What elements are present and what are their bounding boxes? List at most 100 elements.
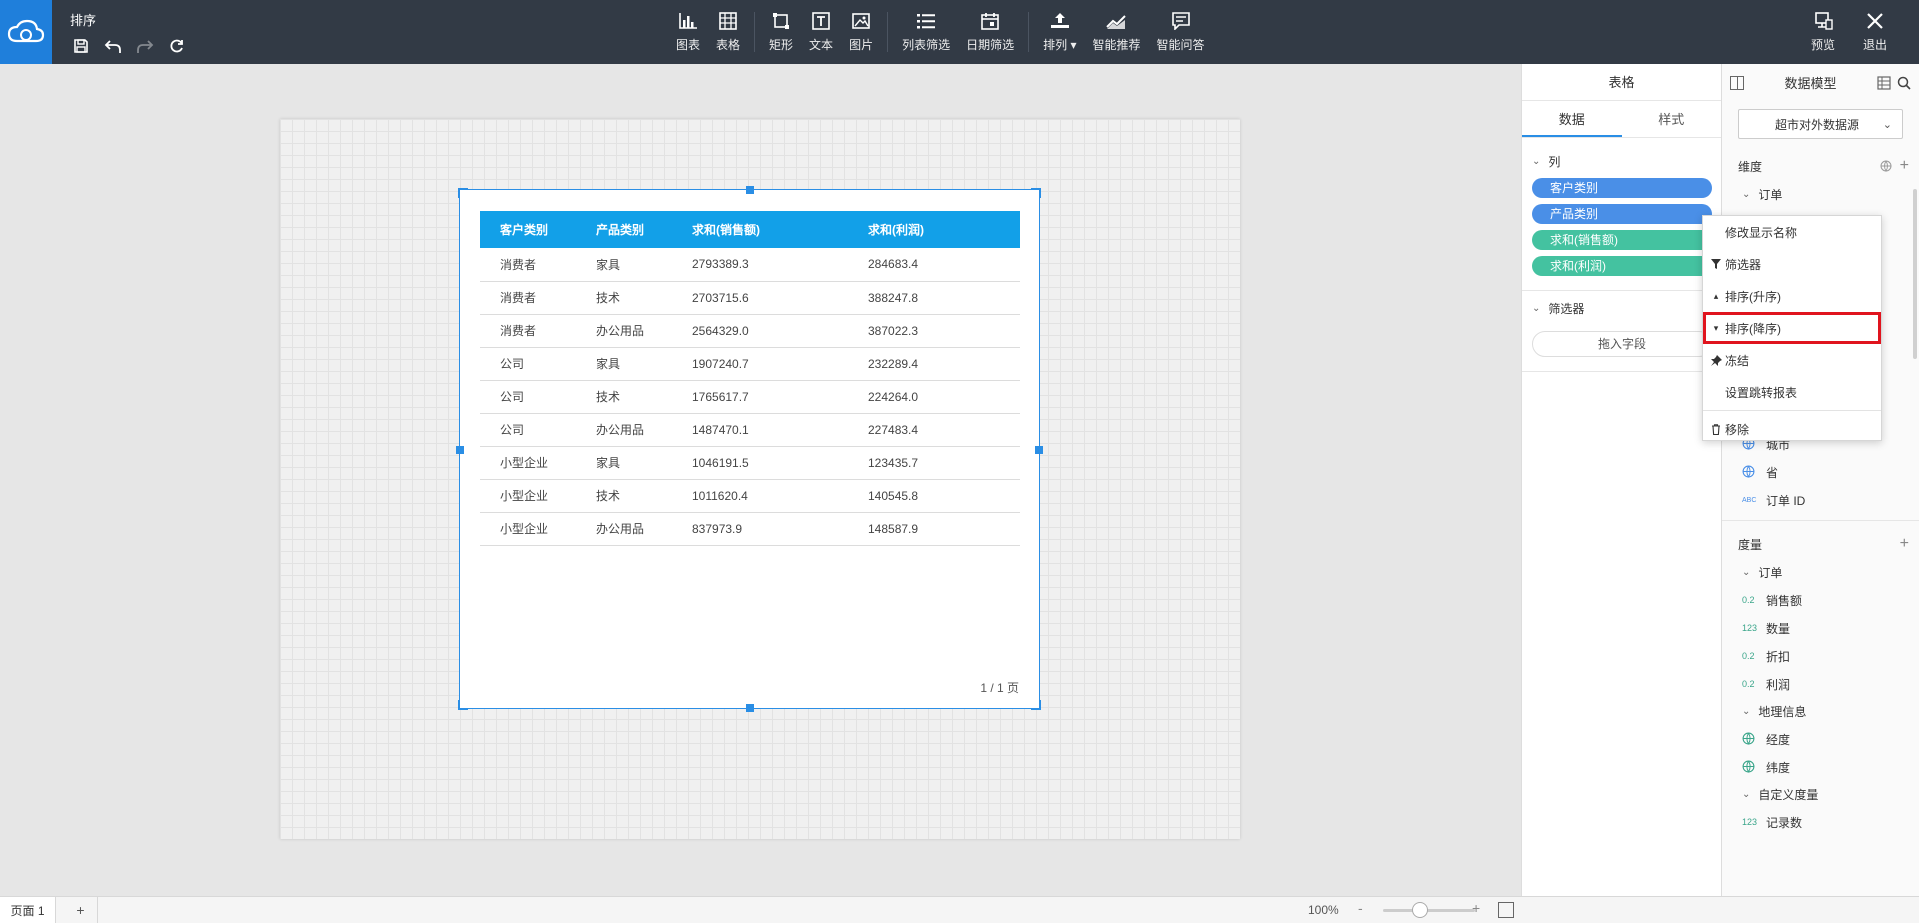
measure-group-order[interactable]: ⌄ 订单 (1722, 559, 1919, 586)
chart-tool[interactable]: 图表 (668, 8, 708, 53)
field-sales[interactable]: 0.2 销售额 (1722, 586, 1919, 614)
field-province[interactable]: 省 (1722, 458, 1919, 486)
table-header-cell[interactable]: 客户类别 (480, 211, 576, 248)
zoom-slider-knob[interactable] (1412, 902, 1428, 918)
column-pill-sum-profit[interactable]: 求和(利润) (1532, 256, 1712, 276)
add-measure-icon[interactable]: + (1900, 535, 1909, 553)
field-quantity[interactable]: 123 数量 (1722, 614, 1919, 642)
save-button[interactable] (70, 35, 92, 57)
smart-recommend-tool[interactable]: 智能推荐 (1084, 8, 1148, 53)
menu-item-filter[interactable]: 筛选器 (1703, 248, 1881, 280)
resize-handle-bottom[interactable] (746, 704, 754, 712)
date-filter-tool[interactable]: 日期筛选 (958, 8, 1022, 53)
menu-item-sort-asc[interactable]: ▴ 排序(升序) (1703, 280, 1881, 312)
menu-item-label: 修改显示名称 (1725, 225, 1798, 240)
field-longitude[interactable]: 经度 (1722, 725, 1919, 753)
table-header-cell[interactable]: 求和(销售额) (672, 211, 848, 248)
table-cell: 家具 (576, 347, 672, 381)
insert-tools: 图表 表格 矩形 文本 图片 列表筛选 日期筛选 排列 ▾ 智能推荐 智能问答 (668, 8, 1213, 53)
menu-item-rename[interactable]: 修改显示名称 (1703, 216, 1881, 248)
table-row: 小型企业 技术 1011620.4 140545.8 (480, 479, 1020, 513)
text-tool[interactable]: 文本 (801, 8, 841, 53)
app-logo[interactable] (0, 0, 52, 64)
bar-chart-icon (679, 13, 697, 29)
table-cell: 1011620.4 (672, 479, 848, 513)
column-pill-sum-sales[interactable]: 求和(销售额) (1532, 230, 1712, 250)
undo-button[interactable] (102, 35, 124, 57)
dimension-group-order[interactable]: ⌄ 订单 (1722, 181, 1919, 208)
group-label: 订单 (1758, 188, 1783, 202)
field-label: 折扣 (1766, 649, 1791, 664)
globe-icon[interactable] (1880, 160, 1892, 172)
field-label: 纬度 (1766, 760, 1791, 775)
measure-group-geo[interactable]: ⌄ 地理信息 (1722, 698, 1919, 725)
list-icon (917, 14, 936, 29)
resize-corner[interactable] (1031, 188, 1041, 198)
list-filter-tool[interactable]: 列表筛选 (894, 8, 958, 53)
tab-data[interactable]: 数据 (1522, 101, 1622, 137)
redo-button[interactable] (134, 35, 156, 57)
resize-handle-top[interactable] (746, 186, 754, 194)
column-pill-customer-type[interactable]: 客户类别 (1532, 178, 1712, 198)
table-view-icon[interactable] (1877, 75, 1891, 90)
page-tab[interactable]: 页面 1 (0, 897, 56, 923)
menu-item-remove[interactable]: 移除 (1703, 413, 1881, 445)
menu-item-set-jump-report[interactable]: 设置跳转报表 (1703, 376, 1881, 408)
decimal-type-icon: 0.2 (1742, 595, 1755, 605)
menu-item-label: 移除 (1725, 422, 1750, 437)
table-cell: 388247.8 (848, 281, 1020, 315)
table-header-cell[interactable]: 求和(利润) (848, 211, 1020, 248)
resize-handle-right[interactable] (1035, 446, 1043, 454)
column-pill-product-type[interactable]: 产品类别 (1532, 204, 1712, 224)
arrange-tool[interactable]: 排列 ▾ (1035, 8, 1084, 53)
cloud-logo-icon (7, 19, 45, 43)
rect-tool[interactable]: 矩形 (761, 8, 801, 53)
table-cell: 232289.4 (848, 347, 1020, 381)
menu-item-sort-desc[interactable]: ▾ 排序(降序) (1703, 312, 1881, 344)
datasource-select[interactable]: 超市对外数据源 ⌄ (1738, 109, 1903, 139)
resize-corner[interactable] (458, 700, 468, 710)
tab-style[interactable]: 样式 (1622, 101, 1722, 137)
table-cell: 2793389.3 (672, 248, 848, 282)
zoom-in-button[interactable]: + (1472, 900, 1480, 916)
table-tool[interactable]: 表格 (708, 8, 748, 53)
field-latitude[interactable]: 纬度 (1722, 753, 1919, 781)
table-widget[interactable]: 客户类别 产品类别 求和(销售额) 求和(利润) 消费者 家具 2793389.3 2… (456, 186, 1043, 712)
field-profit[interactable]: 0.2 利润 (1722, 670, 1919, 698)
resize-corner[interactable] (458, 188, 468, 198)
table-cell: 140545.8 (848, 479, 1020, 513)
report-page[interactable]: 客户类别 产品类别 求和(销售额) 求和(利润) 消费者 家具 2793389.3 2… (280, 119, 1240, 839)
fit-to-screen-icon[interactable] (1498, 902, 1514, 918)
field-record-count[interactable]: 123 记录数 (1722, 808, 1919, 836)
field-discount[interactable]: 0.2 折扣 (1722, 642, 1919, 670)
field-order-id[interactable]: ABC 订单 ID (1722, 486, 1919, 514)
search-icon[interactable] (1897, 76, 1911, 90)
smart-qa-tool[interactable]: 智能问答 (1149, 8, 1213, 53)
zoom-slider-track[interactable] (1383, 909, 1475, 912)
filter-drop-zone[interactable]: 拖入字段 (1532, 331, 1712, 357)
add-dimension-icon[interactable]: + (1900, 158, 1909, 174)
refresh-button[interactable] (166, 35, 188, 57)
exit-button[interactable]: 退出 (1849, 8, 1901, 53)
menu-item-freeze[interactable]: 冻结 (1703, 344, 1881, 376)
measure-group-custom[interactable]: ⌄ 自定义度量 (1722, 781, 1919, 808)
chevron-down-icon: ⌄ (1742, 567, 1751, 578)
filter-section-header[interactable]: ⌄ 筛选器 (1522, 291, 1721, 325)
menu-item-label: 设置跳转报表 (1725, 385, 1798, 400)
add-page-button[interactable]: + (64, 897, 98, 923)
table-header-cell[interactable]: 产品类别 (576, 211, 672, 248)
preview-button[interactable]: 预览 (1797, 8, 1849, 53)
canvas-area[interactable]: 客户类别 产品类别 求和(销售额) 求和(利润) 消费者 家具 2793389.3 2… (0, 64, 1521, 896)
resize-corner[interactable] (1031, 700, 1041, 710)
zoom-out-button[interactable]: - (1358, 900, 1363, 916)
image-tool[interactable]: 图片 (841, 8, 881, 53)
table-cell: 家具 (576, 248, 672, 282)
resize-handle-left[interactable] (456, 446, 464, 454)
columns-section-header[interactable]: ⌄ 列 (1522, 144, 1721, 178)
table-cell: 消费者 (480, 248, 576, 282)
panel-scrollbar[interactable] (1913, 189, 1917, 359)
redo-icon (137, 40, 154, 53)
table-cell: 小型企业 (480, 479, 576, 513)
collapse-panel-icon[interactable] (1730, 75, 1744, 90)
sort-desc-icon: ▾ (1713, 322, 1719, 333)
